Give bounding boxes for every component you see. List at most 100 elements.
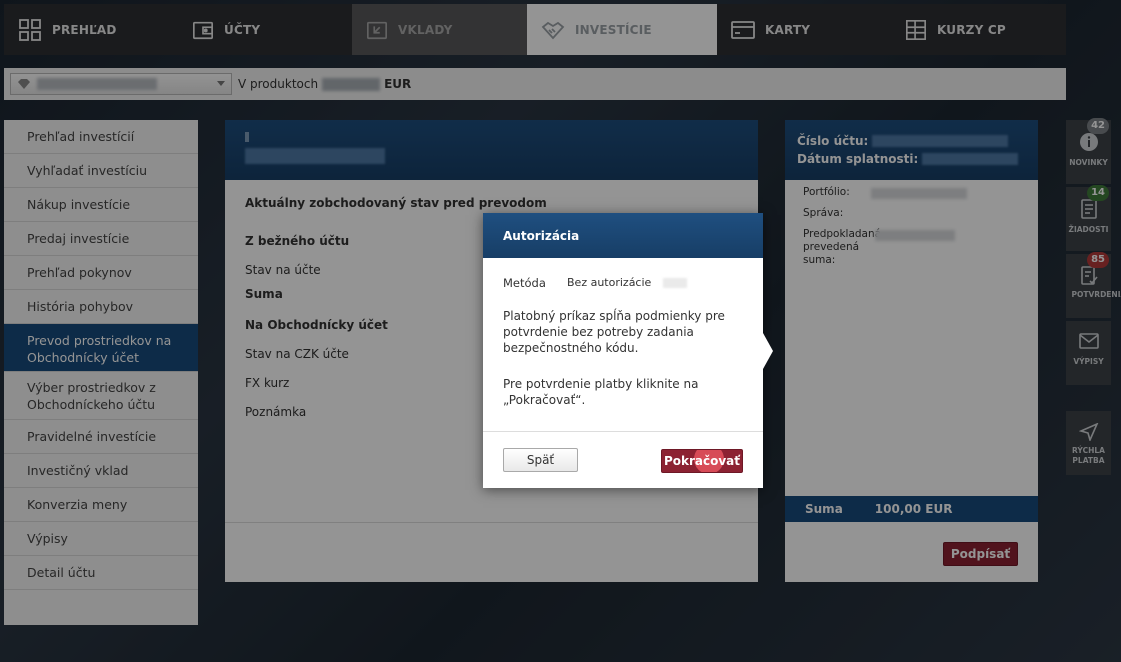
due-date-label: Dátum splatnosti: (797, 152, 919, 166)
sidebar-item-vypisy[interactable]: Výpisy (4, 522, 198, 556)
sidebar-item-vyber-prostriedkov[interactable]: Výber prostriedkov z Obchodníckeho účtu (4, 372, 198, 420)
sidebar-item-prehlad-pokynov[interactable]: Prehľad pokynov (4, 256, 198, 290)
rail-label: ŽIADOSTI (1068, 225, 1109, 234)
sidebar-item-label: Konverzia meny (27, 497, 128, 512)
tab-label: KARTY (765, 22, 811, 37)
divider (225, 522, 758, 523)
summary-panel: Číslo účtu: Dátum splatnosti: Portfólio:… (785, 120, 1038, 582)
sum-bar: Suma 100,00 EUR (785, 496, 1038, 522)
method-redacted (663, 278, 688, 288)
diamond-icon (18, 79, 30, 89)
sidebar-item-pravidelne-investicie[interactable]: Pravidelné investície (4, 420, 198, 454)
expected-amount-redacted (875, 230, 955, 241)
amount-redacted (322, 77, 381, 91)
deposit-icon (367, 21, 387, 39)
dialog-body: Metóda Bez autorizácie Platobný príkaz s… (483, 258, 763, 408)
sidebar-item-label: Výpisy (27, 531, 68, 546)
account-number-redacted (872, 135, 1009, 147)
authorization-dialog: Autorizácia Metóda Bez autorizácie Plato… (483, 213, 773, 488)
potvrdenia-badge: 85 (1087, 252, 1109, 268)
expected-amount-label: Predpokladaná prevedená suma: (803, 228, 882, 266)
sidebar-item-predaj-investicie[interactable]: Predaj investície (4, 222, 198, 256)
tab-prehlad[interactable]: PREHĽAD (4, 4, 178, 55)
ziadosti-badge: 14 (1087, 185, 1109, 201)
portfolio-redacted (871, 188, 967, 199)
sidebar-item-label: Pravidelné investície (27, 429, 157, 444)
novinky-badge: 42 (1087, 118, 1109, 134)
dialog-pointer (763, 333, 773, 369)
grid-icon (19, 18, 41, 41)
tab-kurzy-cp[interactable]: KURZY CP (891, 4, 1066, 55)
tab-karty[interactable]: KARTY (717, 4, 891, 55)
rail-label: RÝCHLA PLATBA (1072, 446, 1105, 465)
rail-item-vypisy[interactable]: VÝPISY (1066, 321, 1111, 385)
sidebar-item-label: Výber prostriedkov z Obchodníckeho účtu (27, 379, 156, 412)
sidebar-item-label: Nákup investície (27, 197, 131, 212)
method-value: Bez autorizácie (567, 276, 652, 289)
tab-vklady[interactable]: VKLADY (352, 4, 527, 55)
chevron-down-icon (217, 81, 225, 86)
sum-bar-value: 100,00 EUR (874, 502, 953, 516)
account-number-label: Číslo účtu: (797, 134, 869, 148)
sidebar-item-nakup-investicie[interactable]: Nákup investície (4, 188, 198, 222)
continue-button[interactable]: Pokračovať (661, 449, 743, 473)
tab-label: INVESTÍCIE (575, 22, 652, 37)
sidebar-item-prevod-prostriedkov[interactable]: Prevod prostriedkov na Obchodnícky účet (4, 324, 198, 372)
handshake-icon (541, 21, 565, 39)
due-date-redacted (922, 153, 1019, 165)
panel-header (225, 120, 758, 180)
info-icon (1079, 133, 1098, 151)
rail-item-rychla-platba[interactable]: RÝCHLA PLATBA (1066, 411, 1111, 475)
rail-label: NOVINKY (1069, 158, 1108, 167)
top-navigation: PREHĽAD ÚČTY VKLADY INVESTÍCIE KARTY KUR… (4, 4, 1066, 55)
sidebar-item-label: Prevod prostriedkov na Obchodnícky účet (27, 332, 172, 365)
portfolio-label: Portfólio: (803, 186, 850, 198)
rail-label: POTVRDENIA (1071, 290, 1121, 299)
currency-label: EUR (384, 77, 412, 91)
sidebar: Prehľad investícií Vyhľadať investíciu N… (4, 120, 198, 625)
sidebar-item-label: Predaj investície (27, 231, 130, 246)
message-label: Správa: (803, 207, 844, 219)
account-select[interactable] (10, 73, 232, 95)
send-icon (1078, 423, 1098, 441)
sidebar-item-prehlad-investicii[interactable]: Prehľad investícií (4, 120, 198, 154)
wallet-icon (193, 21, 213, 39)
back-button[interactable]: Späť (503, 448, 578, 472)
rail-item-ziadosti[interactable]: 14 ŽIADOSTI (1066, 185, 1111, 251)
product-bar: V produktoch EUR (4, 68, 1066, 100)
rail-label: VÝPISY (1073, 357, 1104, 366)
sidebar-item-vyhladat-investiciu[interactable]: Vyhľadať investíciu (4, 154, 198, 188)
method-label: Metóda (503, 276, 546, 290)
products-label: V produktoch (238, 77, 319, 91)
tab-label: ÚČTY (224, 22, 261, 37)
sidebar-item-label: Prehľad pokynov (27, 265, 132, 280)
sidebar-item-historia-pohybov[interactable]: História pohybov (4, 290, 198, 324)
sidebar-item-label: Prehľad investícií (27, 129, 135, 144)
tab-investicie[interactable]: INVESTÍCIE (527, 4, 717, 55)
rail-item-novinky[interactable]: 42 NOVINKY (1066, 118, 1111, 184)
continue-button-label: Pokračovať (663, 454, 741, 468)
header-redacted-account (245, 148, 385, 164)
card-icon (731, 20, 755, 39)
sidebar-item-label: Detail účtu (27, 565, 96, 580)
summary-header: Číslo účtu: Dátum splatnosti: (785, 120, 1038, 180)
dialog-footer: Späť Pokračovať (483, 431, 763, 488)
dialog-instruction: Pre potvrdenie platby kliknite na „Pokra… (503, 377, 699, 407)
header-redacted-line (245, 132, 249, 142)
dialog-message: Platobný príkaz spĺňa podmienky pre potv… (503, 309, 725, 355)
rail-item-potvrdenia[interactable]: 85 POTVRDENIA (1066, 252, 1121, 318)
sidebar-item-konverzia-meny[interactable]: Konverzia meny (4, 488, 198, 522)
sign-button[interactable]: Podpísať (943, 542, 1018, 566)
tab-label: VKLADY (398, 22, 453, 37)
sum-bar-label: Suma (805, 502, 843, 516)
tab-label: PREHĽAD (52, 22, 117, 37)
sidebar-item-label: Vyhľadať investíciu (27, 163, 147, 178)
tab-ucty[interactable]: ÚČTY (178, 4, 352, 55)
sidebar-item-investicny-vklad[interactable]: Investičný vklad (4, 454, 198, 488)
sidebar-item-detail-uctu[interactable]: Detail účtu (4, 556, 198, 590)
sidebar-item-label: História pohybov (27, 299, 134, 314)
section-heading: Aktuálny zobchodovaný stav pred prevodom (245, 196, 547, 210)
envelope-icon (1078, 333, 1099, 349)
account-name-redacted (37, 78, 157, 90)
table-icon (906, 19, 926, 40)
